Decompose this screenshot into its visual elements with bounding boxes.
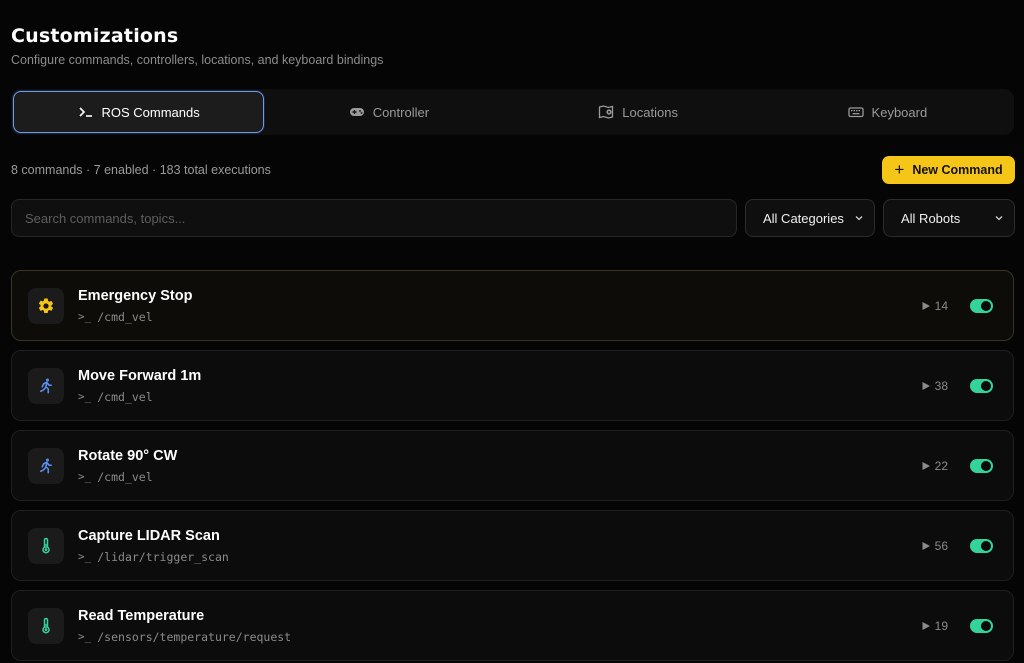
gear-icon (38, 297, 54, 313)
robot-filter-select[interactable]: All Robots (883, 199, 1015, 237)
command-icon-box (28, 607, 64, 644)
command-name: Capture LIDAR Scan (78, 527, 220, 544)
run-count-value: 19 (934, 618, 948, 633)
command-name: Move Forward 1m (78, 367, 202, 384)
command-icon-box (28, 367, 64, 404)
play-icon (922, 621, 930, 630)
command-card[interactable]: Move Forward 1m >_ /cmd_vel 38 (11, 350, 1014, 421)
command-topic: /cmd_vel (97, 469, 153, 484)
new-command-label: New Command (912, 163, 1003, 177)
command-card[interactable]: Capture LIDAR Scan >_ /lidar/trigger_scan… (11, 510, 1014, 581)
enable-toggle[interactable] (970, 538, 993, 553)
tab-locations[interactable]: Locations (514, 91, 763, 133)
run-count[interactable]: 14 (921, 299, 948, 313)
run-count[interactable]: 22 (921, 459, 948, 473)
run-count-value: 22 (934, 458, 948, 473)
chevron-down-icon (855, 216, 863, 221)
new-command-button[interactable]: + New Command (882, 156, 1015, 184)
robot-filter-value: All Robots (901, 210, 961, 226)
tab-label: Locations (622, 104, 678, 120)
thermometer-icon (42, 537, 50, 553)
terminal-icon: >_ (78, 310, 92, 323)
run-count-value: 56 (934, 538, 948, 553)
command-topic: /sensors/temperature/request (97, 629, 292, 644)
command-icon-box (28, 447, 64, 484)
terminal-icon: >_ (78, 470, 92, 483)
command-card[interactable]: Rotate 90° CW >_ /cmd_vel 22 (11, 430, 1014, 501)
run-count[interactable]: 56 (921, 539, 948, 553)
tab-label: Controller (372, 104, 430, 120)
plus-icon: + (894, 159, 905, 179)
map-pin-icon (599, 105, 614, 119)
page-subtitle: Configure commands, controllers, locatio… (11, 53, 384, 67)
terminal-icon: >_ (78, 390, 92, 403)
enable-toggle[interactable] (970, 458, 993, 473)
command-name: Rotate 90° CW (78, 447, 178, 464)
run-count-value: 14 (934, 298, 948, 313)
enable-toggle[interactable] (970, 298, 993, 313)
run-count[interactable]: 38 (921, 379, 948, 393)
command-icon-box (28, 527, 64, 564)
tab-bar: ROS Commands Controller Locations Keyboa… (11, 89, 1014, 135)
terminal-icon (78, 107, 92, 117)
gamepad-icon (349, 108, 364, 116)
tab-label: Keyboard (871, 104, 928, 120)
command-name: Read Temperature (78, 607, 205, 624)
command-topic: /cmd_vel (97, 309, 153, 324)
terminal-icon: >_ (78, 630, 92, 643)
tab-keyboard[interactable]: Keyboard (763, 91, 1012, 133)
category-filter-value: All Categories (763, 210, 844, 226)
play-icon (922, 541, 930, 550)
page-title: Customizations (11, 25, 179, 47)
terminal-icon: >_ (78, 550, 92, 563)
page-header: Customizations Configure commands, contr… (11, 25, 383, 67)
running-person-icon (39, 458, 53, 474)
command-card[interactable]: Read Temperature >_ /sensors/temperature/… (11, 590, 1014, 661)
enable-toggle[interactable] (970, 618, 993, 633)
command-stats: 8 commands · 7 enabled · 183 total execu… (11, 163, 271, 177)
keyboard-icon (847, 107, 864, 118)
chevron-down-icon (995, 216, 1003, 221)
command-icon-box (28, 287, 64, 324)
tab-label: ROS Commands (101, 104, 200, 120)
search-input[interactable] (11, 199, 737, 237)
tab-controller[interactable]: Controller (264, 91, 513, 133)
running-person-icon (39, 378, 53, 394)
category-filter-select[interactable]: All Categories (745, 199, 875, 237)
run-count-value: 38 (934, 378, 948, 393)
play-icon (922, 381, 930, 390)
play-icon (922, 461, 930, 470)
command-card[interactable]: Emergency Stop >_ /cmd_vel 14 (11, 270, 1014, 341)
command-topic: /cmd_vel (97, 389, 153, 404)
enable-toggle[interactable] (970, 378, 993, 393)
command-list: Emergency Stop >_ /cmd_vel 14 Move Forwar… (11, 270, 1014, 663)
command-name: Emergency Stop (78, 287, 193, 304)
command-topic: /lidar/trigger_scan (97, 549, 229, 564)
thermometer-icon (42, 617, 50, 633)
run-count[interactable]: 19 (921, 619, 948, 633)
play-icon (922, 301, 930, 310)
tab-ros-commands[interactable]: ROS Commands (13, 91, 265, 133)
